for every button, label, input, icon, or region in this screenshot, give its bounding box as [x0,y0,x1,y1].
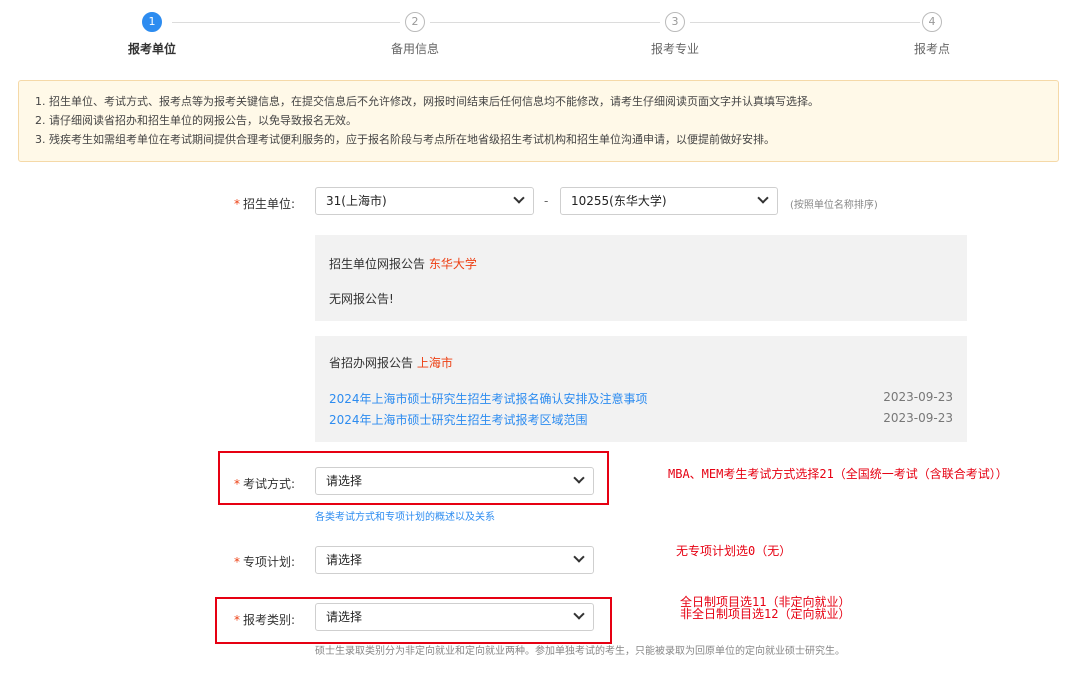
step-label: 报考单位 [127,42,176,56]
annotation-box-exam-mode [218,451,609,505]
announcement-title-text: 省招办网报公告 [329,356,414,370]
exam-mode-help-link[interactable]: 各类考试方式和专项计划的概述以及关系 [315,508,495,523]
announcement-title-text: 招生单位网报公告 [329,257,426,271]
province-announcement-title: 省招办网报公告 上海市 [329,354,453,371]
unit-announcement-title: 招生单位网报公告 东华大学 [329,255,477,272]
step-1: 1 报考单位 [92,12,212,57]
unit-announcement-box: 招生单位网报公告 东华大学 无网报公告! [315,235,967,321]
notice-line: 1. 招生单位、考试方式、报考点等为报考关键信息，在提交信息后不允许修改，网报时… [35,95,819,108]
step-label: 报考专业 [650,42,699,56]
announcement-link[interactable]: 2024年上海市硕士研究生招生考试报考区域范围 [329,411,588,428]
category-hint: 硕士生录取类别分为非定向就业和定向就业两种。参加单独考试的考生，只能被录取为回原… [315,646,845,657]
unit-separator: - [544,194,549,208]
step-number: 3 [665,12,685,32]
province-announcement-box: 省招办网报公告 上海市 2024年上海市硕士研究生招生考试报名确认安排及注意事项… [315,336,967,442]
step-label: 报考点 [913,42,950,56]
notice-box: 1. 招生单位、考试方式、报考点等为报考关键信息，在提交信息后不允许修改，网报时… [18,80,1059,162]
school-select[interactable]: 10255(东华大学) [560,187,778,215]
chevron-down-icon [757,192,769,204]
step-number: 4 [922,12,942,32]
announcement-date: 2023-09-23 [883,390,953,404]
unit-label-text: 招生单位: [242,197,295,211]
special-plan-select[interactable]: 请选择 [315,546,594,574]
notice-line: 2. 请仔细阅读省招办和招生单位的网报公告，以免导致报名无效。 [35,114,357,127]
chevron-down-icon [513,192,525,204]
unit-sort-hint: (按照单位名称排序) [790,200,878,211]
annotation-category-part-time: 非全日制项目选12（定向就业） [680,607,851,621]
annotation-box-category [215,597,612,644]
unit-announcement-content: 无网报公告! [329,292,394,306]
step-number: 1 [142,12,162,32]
step-label: 备用信息 [390,42,439,56]
chevron-down-icon [573,551,585,563]
step-progress: 1 报考单位 2 备用信息 3 报考专业 4 报考点 [0,0,1080,70]
step-3: 3 报考专业 [615,12,735,57]
annotation-exam-mode: MBA、MEM考生考试方式选择21（全国统一考试（含联合考试）） [668,467,1008,481]
province-select[interactable]: 31(上海市) [315,187,534,215]
school-value: 10255(东华大学) [571,194,667,208]
required-mark: * [233,197,240,211]
announcement-highlight: 东华大学 [428,257,477,271]
announcement-link[interactable]: 2024年上海市硕士研究生招生考试报名确认安排及注意事项 [329,390,648,407]
province-value: 31(上海市) [326,194,387,208]
special-plan-value: 请选择 [326,553,363,567]
announcement-date: 2023-09-23 [883,411,953,425]
step-number: 2 [405,12,425,32]
step-2: 2 备用信息 [355,12,475,57]
required-mark: * [233,555,240,569]
notice-line: 3. 残疾考生如需组考单位在考试期间提供合理考试便利服务的，应于报名阶段与考点所… [35,133,775,146]
announcement-highlight: 上海市 [416,356,453,370]
special-plan-label: * 专项计划: [205,553,295,570]
step-4: 4 报考点 [872,12,992,57]
annotation-special-plan: 无专项计划选0（无） [676,544,792,558]
special-plan-label-text: 专项计划: [242,555,295,569]
unit-label: * 招生单位: [205,195,295,212]
